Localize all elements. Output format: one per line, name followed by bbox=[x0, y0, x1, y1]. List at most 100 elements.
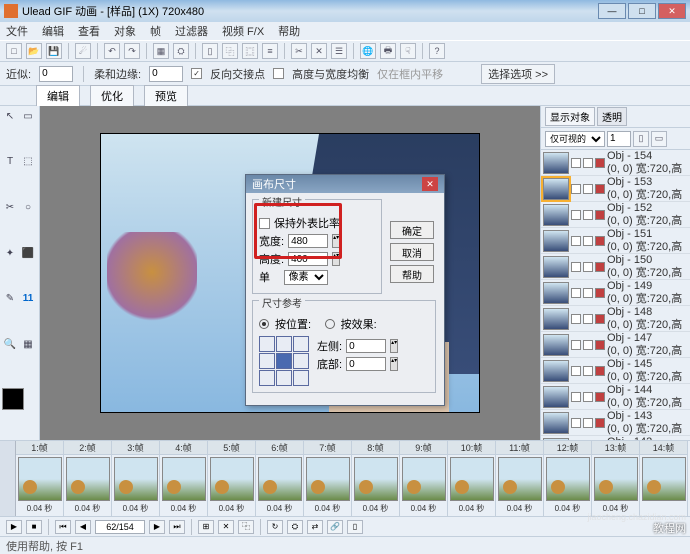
menu-frame[interactable]: 帧 bbox=[150, 23, 161, 39]
menu-help[interactable]: 帮助 bbox=[278, 23, 300, 39]
object-row[interactable]: Obj - 149(0, 0) 宽:720,高 bbox=[541, 280, 690, 306]
obj-check2[interactable] bbox=[583, 184, 593, 194]
object-row[interactable]: Obj - 152(0, 0) 宽:720,高 bbox=[541, 202, 690, 228]
timeline-frame[interactable]: 2:帧 0.04 秒 bbox=[64, 441, 112, 516]
prev-button[interactable]: ◀ bbox=[75, 520, 91, 534]
ellipse-tool-icon[interactable]: ○ bbox=[20, 199, 36, 215]
select-options-button[interactable]: 选择选项 >> bbox=[481, 64, 555, 84]
delete-frame-button[interactable]: ✕ bbox=[218, 520, 234, 534]
dialog-title-bar[interactable]: 画布尺寸 ✕ bbox=[246, 175, 444, 193]
obj-check1[interactable] bbox=[571, 262, 581, 272]
timeline-frame[interactable]: 1:帧 0.04 秒 bbox=[16, 441, 64, 516]
web-icon[interactable]: 🌐 bbox=[360, 43, 376, 59]
keep-ratio-check[interactable] bbox=[259, 218, 270, 229]
merge-icon[interactable]: ⿴ bbox=[242, 43, 258, 59]
loop-button[interactable]: ↻ bbox=[267, 520, 283, 534]
zoom-tool-icon[interactable]: 🔍 bbox=[2, 337, 18, 353]
play-button[interactable]: ▶ bbox=[6, 520, 22, 534]
del-icon[interactable]: ✕ bbox=[311, 43, 327, 59]
tab-show-objects[interactable]: 显示对象 bbox=[545, 107, 595, 126]
obj-check3[interactable] bbox=[595, 288, 605, 298]
hand-icon[interactable]: ☟ bbox=[400, 43, 416, 59]
softedge-input[interactable] bbox=[149, 66, 183, 82]
obj-check2[interactable] bbox=[583, 314, 593, 324]
add-icon[interactable]: ☰ bbox=[331, 43, 347, 59]
ok-button[interactable]: 确定 bbox=[390, 221, 434, 239]
object-row[interactable]: Obj - 148(0, 0) 宽:720,高 bbox=[541, 306, 690, 332]
lasso-tool-icon[interactable]: ✂ bbox=[2, 199, 18, 215]
scissors-icon[interactable]: ✂ bbox=[291, 43, 307, 59]
obj-check3[interactable] bbox=[595, 340, 605, 350]
eleven-tool-icon[interactable]: 11 bbox=[20, 291, 36, 307]
obj-check3[interactable] bbox=[595, 210, 605, 220]
width-input[interactable] bbox=[288, 234, 328, 248]
dup-icon[interactable]: ⿻ bbox=[222, 43, 238, 59]
crop-tool-icon[interactable]: ▦ bbox=[20, 337, 36, 353]
obj-check3[interactable] bbox=[595, 236, 605, 246]
settings-button[interactable]: ⛭ bbox=[287, 520, 303, 534]
obj-check1[interactable] bbox=[571, 184, 581, 194]
obj-check1[interactable] bbox=[571, 418, 581, 428]
left-input[interactable] bbox=[346, 339, 386, 353]
width-spinner[interactable]: ▴▾ bbox=[332, 234, 340, 248]
close-button[interactable]: ✕ bbox=[658, 3, 686, 19]
panel-btn1-icon[interactable]: ▯ bbox=[633, 131, 649, 147]
timeline-frame[interactable]: 12:帧 0.04 秒 bbox=[544, 441, 592, 516]
timeline-frame[interactable]: 11:帧 0.04 秒 bbox=[496, 441, 544, 516]
wizard-icon[interactable]: ☄ bbox=[75, 43, 91, 59]
object-row[interactable]: Obj - 142(0, 0) 宽:720,高 bbox=[541, 436, 690, 440]
export-icon[interactable]: 🖶 bbox=[380, 43, 396, 59]
tab-preview[interactable]: 预览 bbox=[144, 85, 188, 106]
next-button[interactable]: ▶ bbox=[149, 520, 165, 534]
count-input[interactable] bbox=[607, 131, 631, 147]
object-row[interactable]: Obj - 153(0, 0) 宽:720,高 bbox=[541, 176, 690, 202]
menu-videofx[interactable]: 视频 F/X bbox=[222, 23, 264, 39]
obj-check1[interactable] bbox=[571, 288, 581, 298]
timeline-frame[interactable]: 5:帧 0.04 秒 bbox=[208, 441, 256, 516]
frame-position-input[interactable] bbox=[95, 520, 145, 534]
last-button[interactable]: ⏭ bbox=[169, 520, 185, 534]
object-row[interactable]: Obj - 150(0, 0) 宽:720,高 bbox=[541, 254, 690, 280]
object-row[interactable]: Obj - 145(0, 0) 宽:720,高 bbox=[541, 358, 690, 384]
props-icon[interactable]: ⛭ bbox=[173, 43, 189, 59]
text-tool-icon[interactable]: T bbox=[2, 154, 18, 170]
obj-check2[interactable] bbox=[583, 418, 593, 428]
wand-tool-icon[interactable]: ✦ bbox=[2, 245, 18, 261]
object-row[interactable]: Obj - 151(0, 0) 宽:720,高 bbox=[541, 228, 690, 254]
color-swatch[interactable] bbox=[2, 388, 24, 410]
reverse-button[interactable]: ⇄ bbox=[307, 520, 323, 534]
obj-check2[interactable] bbox=[583, 288, 593, 298]
obj-check2[interactable] bbox=[583, 366, 593, 376]
align-icon[interactable]: ▯ bbox=[202, 43, 218, 59]
cancel-button[interactable]: 取消 bbox=[390, 243, 434, 261]
pointer-tool-icon[interactable]: ↖ bbox=[2, 108, 18, 124]
obj-check1[interactable] bbox=[571, 158, 581, 168]
timeline-frame[interactable]: 13:帧 0.04 秒 bbox=[592, 441, 640, 516]
undo-icon[interactable]: ↶ bbox=[104, 43, 120, 59]
visibility-select[interactable]: 仅可视的 bbox=[545, 131, 605, 147]
obj-check2[interactable] bbox=[583, 262, 593, 272]
obj-check3[interactable] bbox=[595, 262, 605, 272]
obj-check1[interactable] bbox=[571, 314, 581, 324]
marquee-tool-icon[interactable]: ⬚ bbox=[20, 154, 36, 170]
timeline-frame[interactable]: 4:帧 0.04 秒 bbox=[160, 441, 208, 516]
frame-props-button[interactable]: ▯ bbox=[347, 520, 363, 534]
object-row[interactable]: Obj - 147(0, 0) 宽:720,高 bbox=[541, 332, 690, 358]
menu-edit[interactable]: 编辑 bbox=[42, 23, 64, 39]
minimize-button[interactable]: — bbox=[598, 3, 626, 19]
help-button[interactable]: 帮助 bbox=[390, 265, 434, 283]
obj-check2[interactable] bbox=[583, 392, 593, 402]
tab-optimize[interactable]: 优化 bbox=[90, 85, 134, 106]
by-position-radio[interactable] bbox=[259, 319, 269, 329]
timeline-frame[interactable]: 10:帧 0.04 秒 bbox=[448, 441, 496, 516]
new-icon[interactable]: □ bbox=[6, 43, 22, 59]
obj-check2[interactable] bbox=[583, 340, 593, 350]
insert-frame-button[interactable]: ⊞ bbox=[198, 520, 214, 534]
anchor-grid[interactable] bbox=[259, 336, 309, 386]
approx-input[interactable] bbox=[39, 66, 73, 82]
rect-tool-icon[interactable]: ▭ bbox=[20, 108, 36, 124]
obj-check3[interactable] bbox=[595, 184, 605, 194]
menu-view[interactable]: 查看 bbox=[78, 23, 100, 39]
obj-check2[interactable] bbox=[583, 158, 593, 168]
menu-file[interactable]: 文件 bbox=[6, 23, 28, 39]
